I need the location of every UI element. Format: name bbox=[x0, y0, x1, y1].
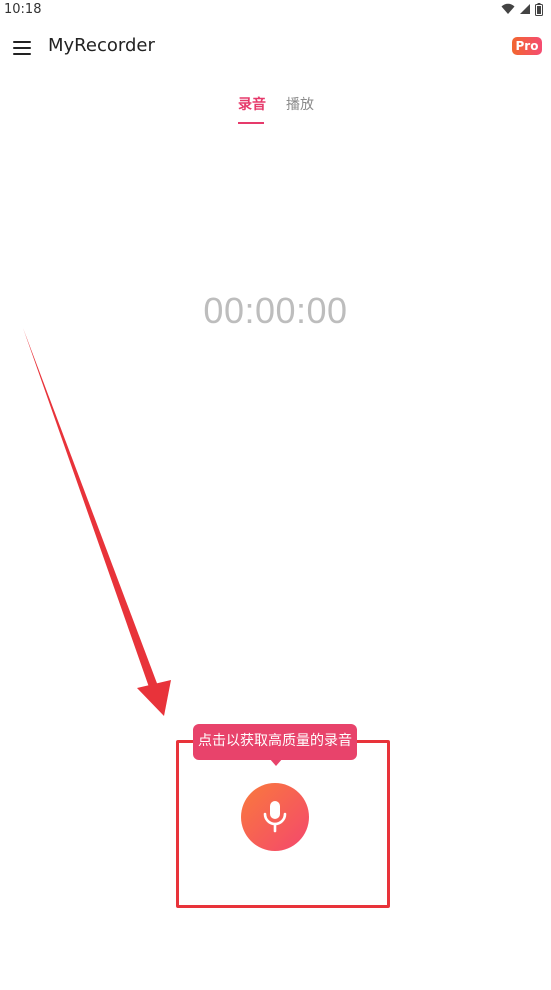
status-time: 10:18 bbox=[4, 2, 42, 17]
record-tooltip: 点击以获取高质量的录音 bbox=[193, 724, 357, 760]
tab-bar: 录音 播放 bbox=[0, 92, 551, 126]
status-bar: 10:18 bbox=[0, 0, 551, 20]
battery-icon bbox=[535, 2, 543, 16]
tab-playback[interactable]: 播放 bbox=[286, 94, 314, 114]
wifi-icon bbox=[501, 3, 515, 14]
tab-active-indicator bbox=[238, 122, 264, 124]
menu-icon[interactable] bbox=[13, 41, 31, 55]
pro-badge[interactable]: Pro bbox=[512, 37, 542, 55]
record-button[interactable] bbox=[241, 783, 309, 851]
tooltip-pointer bbox=[269, 758, 283, 766]
signal-icon bbox=[520, 4, 530, 14]
tab-record[interactable]: 录音 bbox=[238, 94, 266, 114]
recording-timer: 00:00:00 bbox=[203, 290, 348, 331]
app-title: MyRecorder bbox=[48, 35, 155, 56]
status-icons bbox=[501, 2, 543, 16]
app-bar: MyRecorder Pro bbox=[0, 26, 551, 66]
microphone-icon bbox=[263, 801, 287, 833]
